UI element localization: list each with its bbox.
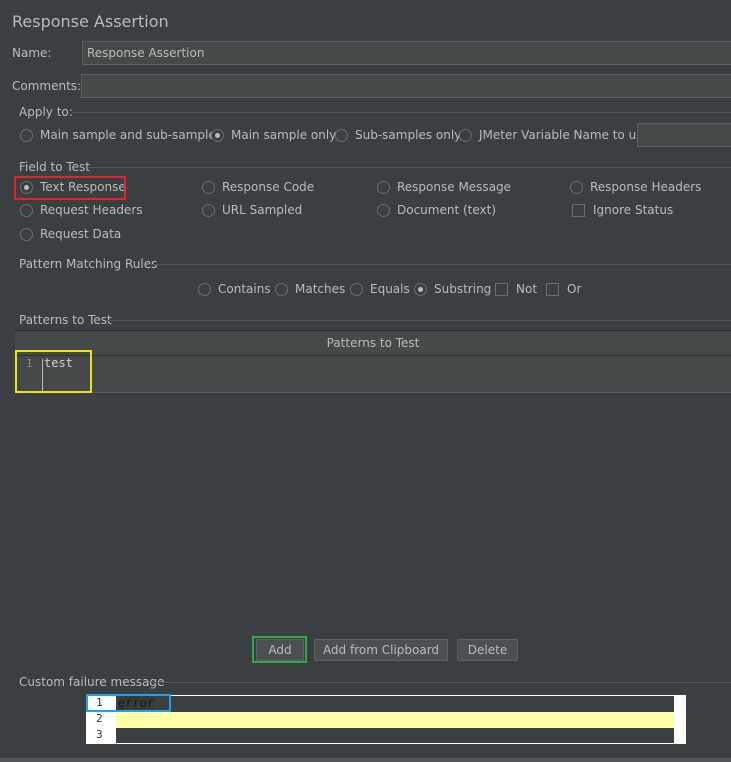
option-label: Response Code — [222, 180, 315, 194]
comments-input[interactable] — [81, 74, 731, 98]
checkbox-icon — [495, 282, 508, 296]
field-document-text-radio[interactable]: Document (text) — [377, 203, 496, 217]
name-input[interactable] — [82, 41, 731, 65]
radio-icon — [275, 282, 288, 296]
radio-selected-icon — [20, 180, 33, 194]
line-number: 1 — [26, 357, 33, 370]
field-response-message-radio[interactable]: Response Message — [377, 180, 511, 194]
text-cursor — [42, 359, 43, 391]
rule-contains-radio[interactable]: Contains — [198, 282, 271, 296]
horizontal-scrollbar[interactable] — [0, 758, 731, 762]
patterns-table: Patterns to Test 1 test — [15, 330, 731, 393]
field-response-headers-radio[interactable]: Response Headers — [570, 180, 701, 194]
option-label: Request Data — [40, 227, 122, 241]
pattern-value[interactable]: test — [44, 356, 73, 370]
field-request-headers-radio[interactable]: Request Headers — [20, 203, 143, 217]
radio-icon — [20, 203, 33, 217]
field-url-sampled-radio[interactable]: URL Sampled — [202, 203, 302, 217]
delete-button[interactable]: Delete — [457, 639, 518, 661]
option-label: JMeter Variable Name to use — [479, 128, 650, 142]
option-label: Or — [567, 282, 582, 296]
comments-label: Comments: — [12, 79, 82, 93]
field-text-response-radio[interactable]: Text Response — [20, 180, 126, 194]
option-label: Substring — [434, 282, 492, 296]
option-label: Equals — [370, 282, 410, 296]
radio-icon — [570, 180, 583, 194]
radio-icon — [377, 203, 390, 217]
table-row[interactable]: 1 test — [15, 356, 731, 393]
field-response-code-radio[interactable]: Response Code — [202, 180, 314, 194]
option-label: Main sample only — [231, 128, 337, 142]
rule-not-checkbox[interactable]: Not — [495, 282, 537, 296]
option-label: Ignore Status — [593, 203, 674, 217]
option-label: Not — [516, 282, 538, 296]
add-from-clipboard-button[interactable]: Add from Clipboard — [314, 639, 448, 661]
failure-line-text[interactable]: error — [118, 696, 155, 710]
radio-icon — [202, 180, 215, 194]
patterns-table-header[interactable]: Patterns to Test — [15, 331, 731, 356]
radio-icon — [198, 282, 211, 296]
option-label: Response Headers — [590, 180, 702, 194]
pattern-rules-title: Pattern Matching Rules — [19, 257, 158, 271]
radio-selected-icon — [211, 128, 224, 142]
option-label: Request Headers — [40, 203, 143, 217]
custom-failure-title: Custom failure message — [19, 675, 165, 689]
radio-icon — [20, 128, 33, 142]
jmeter-variable-input[interactable] — [637, 123, 731, 147]
radio-icon — [335, 128, 348, 142]
option-label: Sub-samples only — [355, 128, 462, 142]
patterns-title: Patterns to Test — [19, 313, 112, 327]
field-request-data-radio[interactable]: Request Data — [20, 227, 121, 241]
line-number: 3 — [96, 728, 103, 741]
apply-jmeter-variable-radio[interactable]: JMeter Variable Name to use — [459, 128, 650, 142]
option-label: Response Message — [397, 180, 512, 194]
option-label: Contains — [218, 282, 271, 296]
apply-to-title: Apply to: — [19, 105, 73, 119]
name-label: Name: — [12, 46, 52, 60]
option-label: Matches — [295, 282, 346, 296]
radio-icon — [20, 227, 33, 241]
option-label: Text Response — [40, 180, 126, 194]
radio-icon — [202, 203, 215, 217]
column-header-label: Patterns to Test — [326, 336, 420, 350]
line-number: 2 — [96, 712, 103, 725]
option-label: Main sample and sub-samples — [40, 128, 222, 142]
line-number: 1 — [96, 696, 103, 709]
radio-icon — [377, 180, 390, 194]
rule-or-checkbox[interactable]: Or — [546, 282, 581, 296]
radio-icon — [459, 128, 472, 142]
apply-main-and-sub-radio[interactable]: Main sample and sub-samples — [20, 128, 222, 142]
rule-matches-radio[interactable]: Matches — [275, 282, 345, 296]
rule-equals-radio[interactable]: Equals — [350, 282, 410, 296]
checkbox-icon — [572, 203, 585, 217]
rule-substring-radio[interactable]: Substring — [414, 282, 491, 296]
radio-selected-icon — [414, 282, 427, 296]
add-button[interactable]: Add — [256, 639, 304, 661]
ignore-status-checkbox[interactable]: Ignore Status — [572, 203, 673, 217]
option-label: Document (text) — [397, 203, 497, 217]
failure-message-editor[interactable]: 1 2 3 error — [86, 695, 686, 744]
panel-title: Response Assertion — [12, 12, 169, 31]
checkbox-icon — [546, 282, 559, 296]
radio-icon — [350, 282, 363, 296]
option-label: URL Sampled — [222, 203, 303, 217]
apply-main-only-radio[interactable]: Main sample only — [211, 128, 336, 142]
field-to-test-title: Field to Test — [19, 160, 91, 174]
apply-sub-only-radio[interactable]: Sub-samples only — [335, 128, 461, 142]
